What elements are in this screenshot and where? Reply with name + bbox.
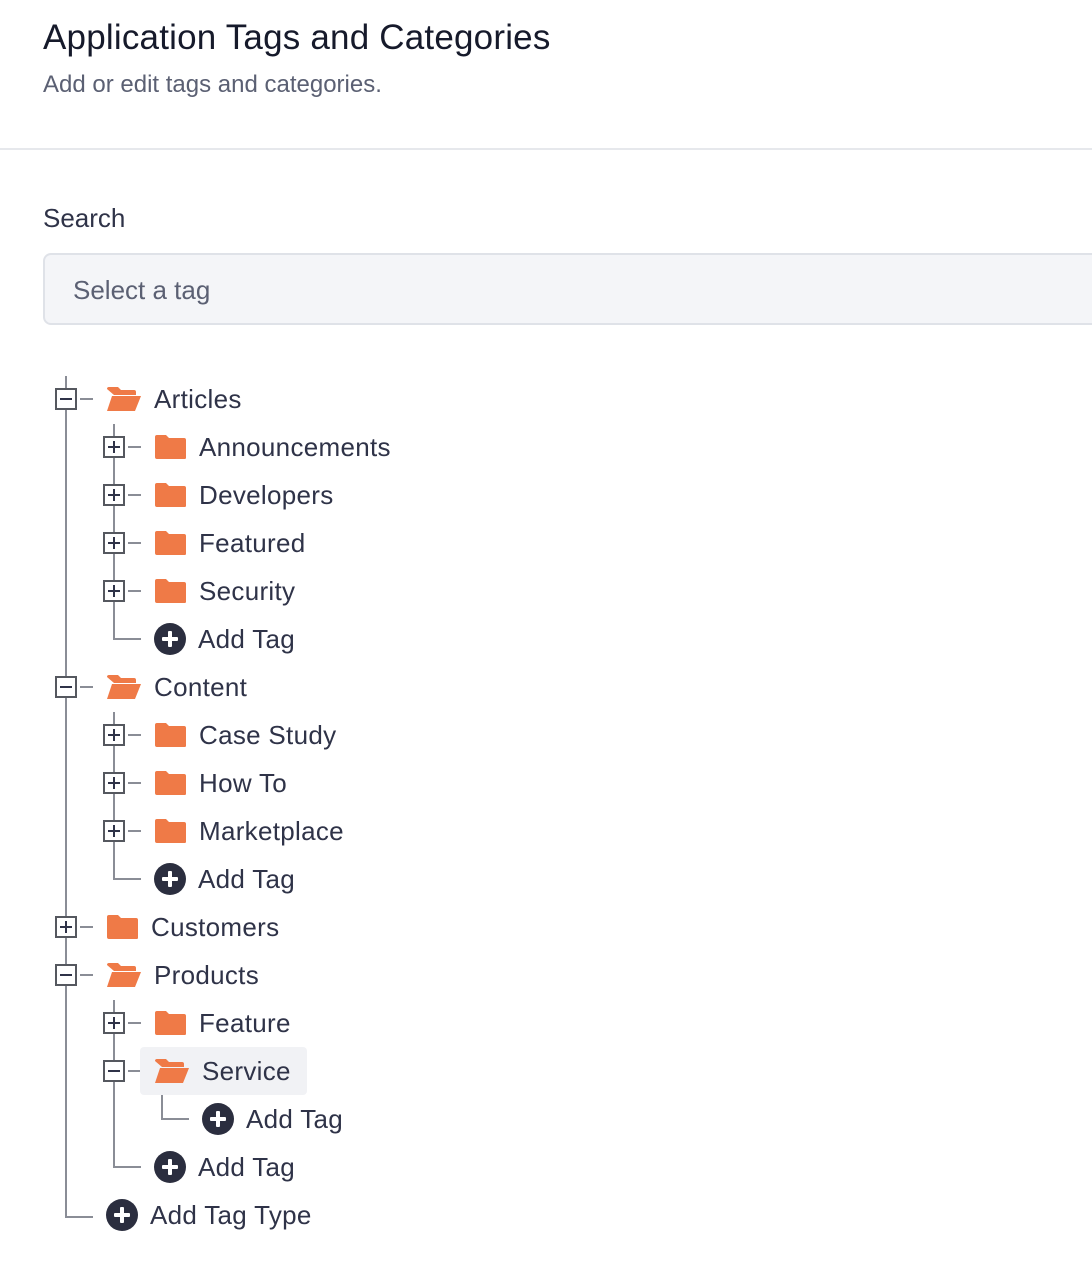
add-tag-label: Add Tag — [198, 863, 296, 894]
tag-tree: Articles Announcements Developers Featur… — [0, 0, 1092, 1266]
collapse-toggle-articles[interactable] — [55, 388, 77, 410]
tree-node-security[interactable]: Security — [154, 567, 295, 615]
collapse-toggle-content[interactable] — [55, 676, 77, 698]
folder-icon — [155, 531, 186, 555]
folder-icon — [155, 435, 186, 459]
tree-line — [80, 926, 93, 928]
add-tag-type-button[interactable]: Add Tag Type — [106, 1191, 312, 1239]
tree-line — [128, 782, 141, 784]
page-title: Application Tags and Categories — [43, 18, 551, 57]
tree-node-label: Marketplace — [199, 815, 344, 846]
expand-toggle-case-study[interactable] — [103, 724, 125, 746]
expand-toggle-feature[interactable] — [103, 1012, 125, 1034]
folder-icon — [155, 1011, 186, 1035]
folder-open-icon — [107, 387, 141, 411]
tree-node-how-to[interactable]: How To — [154, 759, 287, 807]
folder-icon — [155, 579, 186, 603]
folder-icon — [155, 771, 186, 795]
tree-line — [128, 734, 141, 736]
add-tag-button-articles[interactable]: Add Tag — [154, 615, 295, 663]
tree-line — [65, 1216, 93, 1218]
add-tag-button-content[interactable]: Add Tag — [154, 855, 295, 903]
tree-node-content[interactable]: Content — [106, 663, 247, 711]
expand-toggle-how-to[interactable] — [103, 772, 125, 794]
folder-icon — [155, 483, 186, 507]
expand-toggle-developers[interactable] — [103, 484, 125, 506]
tree-node-products[interactable]: Products — [106, 951, 259, 999]
plus-circle-icon — [154, 863, 186, 895]
page-subtitle: Add or edit tags and categories. — [43, 71, 382, 98]
collapse-toggle-service[interactable] — [103, 1060, 125, 1082]
tree-node-announcements[interactable]: Announcements — [154, 423, 391, 471]
tree-line — [113, 1166, 141, 1168]
tree-node-label: Articles — [154, 383, 242, 414]
tree-line — [113, 638, 141, 640]
add-tag-button-service[interactable]: Add Tag — [202, 1095, 343, 1143]
tree-node-label: Featured — [199, 527, 306, 558]
tree-line — [80, 974, 93, 976]
tree-line — [128, 494, 141, 496]
add-tag-label: Add Tag — [246, 1103, 344, 1134]
tree-node-marketplace[interactable]: Marketplace — [154, 807, 344, 855]
tree-node-label: Announcements — [199, 431, 391, 462]
tree-node-articles[interactable]: Articles — [106, 375, 242, 423]
expand-toggle-security[interactable] — [103, 580, 125, 602]
expand-toggle-announcements[interactable] — [103, 436, 125, 458]
folder-open-icon — [107, 675, 141, 699]
tree-line — [128, 542, 141, 544]
tree-node-label: Case Study — [199, 719, 337, 750]
tree-node-featured[interactable]: Featured — [154, 519, 305, 567]
tree-node-label: How To — [199, 767, 288, 798]
tree-line — [128, 446, 141, 448]
expand-toggle-customers[interactable] — [55, 916, 77, 938]
search-field[interactable] — [43, 253, 1092, 325]
tree-line — [113, 878, 141, 880]
add-tag-label: Add Tag — [198, 623, 296, 654]
tree-node-label: Customers — [151, 911, 280, 942]
tree-node-label: Products — [154, 959, 260, 990]
folder-icon — [107, 915, 138, 939]
tree-line — [65, 376, 67, 1218]
folder-open-icon — [107, 963, 141, 987]
tree-node-label: Feature — [199, 1007, 291, 1038]
tree-node-label: Content — [154, 671, 248, 702]
tree-node-label: Security — [199, 575, 296, 606]
expand-toggle-marketplace[interactable] — [103, 820, 125, 842]
tree-line — [128, 830, 141, 832]
tree-node-service[interactable]: Service — [140, 1047, 307, 1095]
page-header: Application Tags and Categories Add or e… — [0, 0, 1092, 150]
add-tag-label: Add Tag — [198, 1151, 296, 1182]
plus-circle-icon — [106, 1199, 138, 1231]
tree-line — [80, 398, 93, 400]
tree-node-label: Developers — [199, 479, 334, 510]
expand-toggle-featured[interactable] — [103, 532, 125, 554]
tree-node-case-study[interactable]: Case Study — [154, 711, 336, 759]
tree-node-developers[interactable]: Developers — [154, 471, 334, 519]
search-input[interactable] — [71, 255, 975, 325]
plus-circle-icon — [202, 1103, 234, 1135]
tree-node-label: Service — [202, 1055, 291, 1086]
folder-icon — [155, 723, 186, 747]
folder-icon — [155, 819, 186, 843]
plus-circle-icon — [154, 623, 186, 655]
tree-line — [161, 1118, 189, 1120]
tree-line — [161, 1094, 163, 1120]
tree-line — [128, 1022, 141, 1024]
tree-line — [80, 686, 93, 688]
search-label: Search — [43, 203, 126, 233]
tree-node-feature[interactable]: Feature — [154, 999, 291, 1047]
tree-node-customers[interactable]: Customers — [106, 903, 279, 951]
folder-open-icon — [155, 1059, 189, 1083]
plus-circle-icon — [154, 1151, 186, 1183]
add-tag-button-products[interactable]: Add Tag — [154, 1143, 295, 1191]
tree-line — [128, 590, 141, 592]
add-tag-type-label: Add Tag Type — [150, 1199, 312, 1230]
collapse-toggle-products[interactable] — [55, 964, 77, 986]
